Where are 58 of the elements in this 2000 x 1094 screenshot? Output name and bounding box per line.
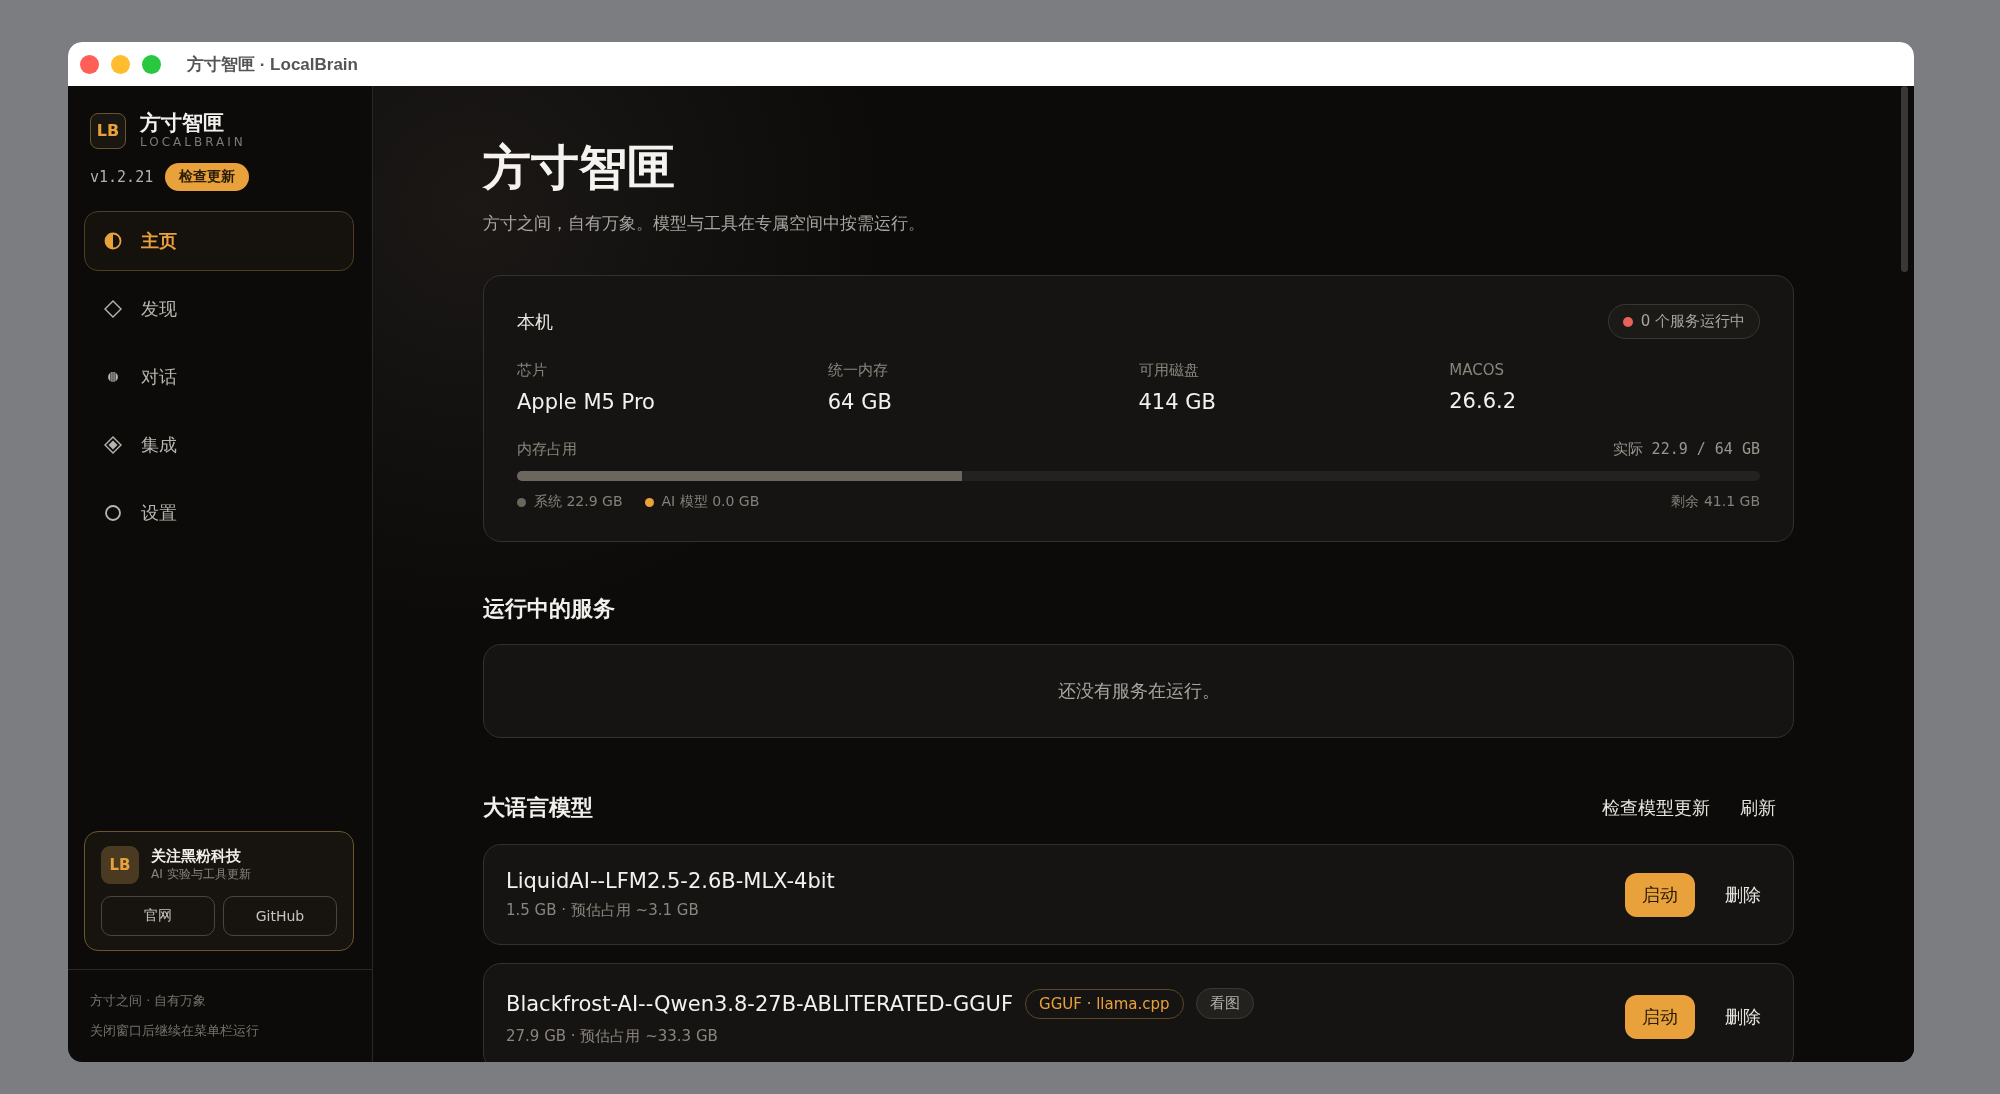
nav-item[interactable]: 集成	[84, 415, 354, 476]
spec-label: 可用磁盘	[1138, 361, 1200, 380]
promo-title: 关注黑粉科技	[151, 847, 242, 866]
start-button[interactable]: 启动	[1625, 872, 1695, 917]
close-button[interactable]	[80, 54, 99, 74]
spec-value: 26.6.2	[1449, 389, 1518, 413]
spec-label: 芯片	[517, 361, 548, 380]
footer-text: 关闭窗口后继续在菜单栏运行	[90, 1022, 260, 1040]
legend-text: 系统 22.9 GB	[534, 493, 623, 511]
page-title: 方寸智匣	[483, 138, 676, 197]
model-name: LiquidAI--LFM2.5-2.6B-MLX-4bit	[506, 869, 835, 893]
spec-label: 统一内存	[827, 361, 889, 380]
empty-message: 还没有服务在运行。	[1057, 679, 1220, 703]
memory-reading: 实际 22.9 / 64 GB	[1612, 440, 1760, 459]
brand-logo: LB	[101, 846, 139, 884]
action-link[interactable]: 刷新	[1738, 792, 1778, 824]
diamond-icon	[103, 299, 123, 320]
update-button[interactable]: 检查更新	[165, 163, 250, 192]
zoom-button[interactable]	[142, 54, 161, 74]
status-text: 0 个服务运行中	[1640, 312, 1745, 331]
app-name: 方寸智匣	[140, 112, 225, 136]
link-button[interactable]: GitHub	[223, 896, 337, 936]
scrollbar[interactable]	[1901, 86, 1908, 272]
nav-item[interactable]: 主页	[84, 211, 354, 272]
capability-tag: 看图	[1195, 988, 1254, 1019]
memory-label: 内存占用	[517, 440, 577, 459]
app-logo: LB	[90, 112, 126, 149]
start-button[interactable]: 启动	[1625, 995, 1695, 1039]
spec-value: 64 GB	[827, 390, 893, 414]
page-subtitle: 方寸之间，自有万象。模型与工具在专属空间中按需运行。	[483, 212, 926, 235]
spec-value: Apple M5 Pro	[517, 390, 656, 414]
section-title: 大语言模型	[483, 794, 593, 822]
nav-item[interactable]: 发现	[84, 279, 354, 340]
striped-circle-icon	[106, 370, 120, 385]
footer-text: 方寸之间 · 自有万象	[90, 992, 208, 1010]
spec-value: 414 GB	[1138, 390, 1217, 414]
nav-item[interactable]: 对话	[84, 347, 354, 408]
minimize-button[interactable]	[111, 54, 130, 74]
delete-button[interactable]: 删除	[1715, 882, 1771, 907]
action-link[interactable]: 检查模型更新	[1600, 792, 1712, 824]
section-title: 运行中的服务	[483, 595, 616, 623]
model-meta: 1.5 GB · 预估占用 ~3.1 GB	[506, 901, 700, 920]
diamond-icon	[103, 435, 123, 456]
promo-subtitle: AI 实验与工具更新	[151, 866, 251, 883]
model-meta: 27.9 GB · 预估占用 ~33.3 GB	[506, 1027, 719, 1046]
app-subname: LOCALBRAIN	[140, 135, 246, 150]
legend-text: AI 模型 0.0 GB	[661, 493, 760, 511]
delete-button[interactable]: 删除	[1715, 1005, 1771, 1029]
circle-icon	[103, 503, 123, 524]
nav-item[interactable]: 设置	[84, 483, 354, 544]
model-name: Blackfrost-AI--Qwen3.8-27B-ABLITERATED-GGUF	[506, 991, 1013, 1016]
version-label: v1.2.21	[90, 168, 154, 187]
memory-remaining: 剩余 41.1 GB	[1671, 493, 1760, 511]
half-circle-icon	[103, 231, 123, 252]
card-title: 本机	[517, 309, 553, 334]
window-title: 方寸智匣 · LocalBrain	[187, 53, 358, 76]
spec-label: MACOS	[1449, 361, 1505, 379]
link-button[interactable]: 官网	[101, 896, 215, 936]
